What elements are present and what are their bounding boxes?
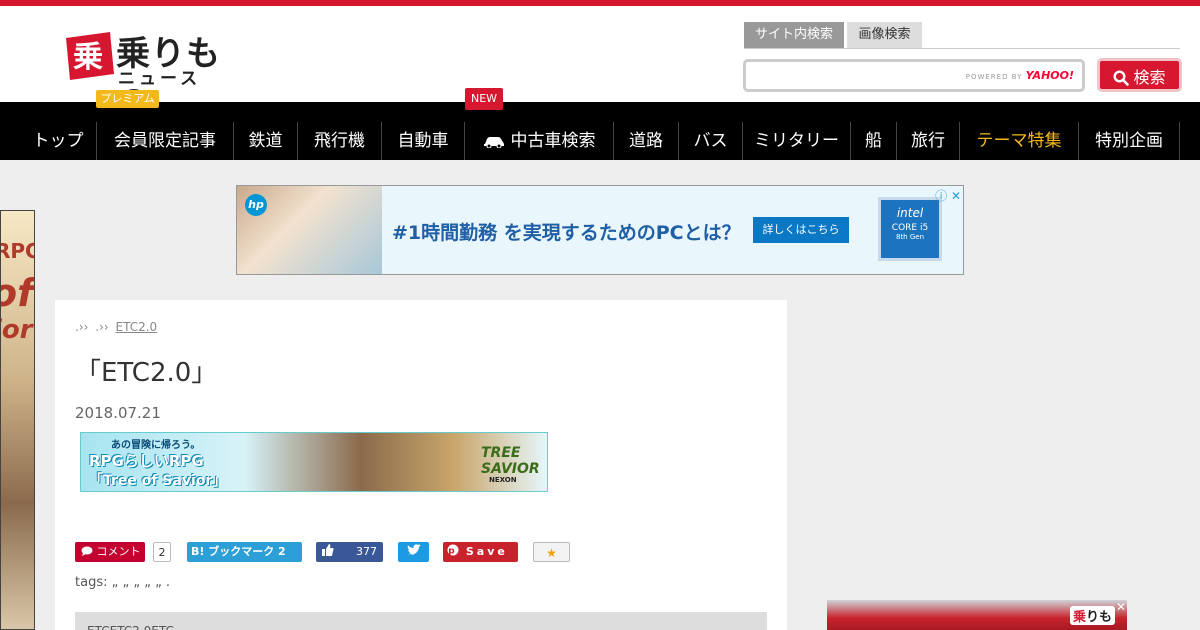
car-icon — [483, 137, 504, 149]
article-date: 2018.07.21 — [75, 404, 161, 422]
comment-icon — [81, 546, 93, 556]
nav-item-aircraft[interactable]: 飛行機 — [298, 122, 382, 160]
breadcrumb-sep-1[interactable]: .›› — [75, 320, 88, 334]
nav-item-railway[interactable]: 鉄道 — [234, 122, 298, 160]
nav-item-military[interactable]: ミリタリー — [743, 122, 851, 160]
nav-item-road[interactable]: 道路 — [614, 122, 679, 160]
comment-label: コメント — [96, 545, 141, 558]
like-count: 377 — [356, 545, 377, 558]
breadcrumb: .›› .›› ETC2.0 — [75, 320, 232, 334]
logo-mark-icon: 乗 — [66, 32, 114, 80]
powered-by-label: POWERED BY YAHOO! — [966, 69, 1074, 82]
intel-gen: 8th Gen — [895, 233, 925, 241]
side-ad-text-3: ior — [1, 315, 33, 345]
intel-model: CORE i5 — [891, 223, 929, 233]
thumbs-up-icon — [322, 544, 334, 556]
ad-cta-button[interactable]: 詳しくはこちら — [753, 217, 849, 243]
intel-brand: intel — [896, 206, 924, 220]
summary-box: ETCETC2.0ETC — [75, 612, 767, 630]
nav-item-used-car[interactable]: 中古車検索 — [465, 122, 614, 160]
intel-badge-icon: intel CORE i5 8th Gen — [878, 197, 942, 261]
facebook-like-button[interactable]: 377 — [316, 542, 383, 562]
article-panel: .›› .›› ETC2.0 「ETC2.0」 2018.07.21 あの冒険に… — [55, 300, 787, 630]
hp-ad-banner[interactable]: hp #1時間勤務 を実現するためのPCとは？ 詳しくはこちら intel CO… — [236, 185, 964, 275]
search-button-label: 検索 — [1133, 68, 1166, 87]
side-ad-text-2: of — [1, 271, 34, 315]
pinterest-save-button[interactable]: p Save — [443, 542, 518, 562]
right-ad-logo: 乗りも — [1069, 606, 1115, 625]
nav-item-bus[interactable]: バス — [679, 122, 743, 160]
yahoo-logo: YAHOO! — [1025, 69, 1074, 82]
twitter-bird-icon — [407, 544, 421, 555]
new-badge: NEW — [465, 88, 503, 110]
right-side-ad[interactable]: 乗りも ✕ — [827, 600, 1127, 630]
nav-item-travel[interactable]: 旅行 — [897, 122, 960, 160]
comment-button[interactable]: コメント — [75, 542, 145, 562]
hatena-bookmark-button[interactable]: B! ブックマーク 2 — [187, 542, 302, 562]
breadcrumb-link-etc[interactable]: ETC2.0 — [116, 320, 232, 334]
tab-site-search[interactable]: サイト内検索 — [744, 22, 844, 48]
game-ad-banner[interactable]: あの冒険に帰ろう。 RPGらしいRPG 「Tree of Savior」 TRE… — [80, 432, 548, 492]
nav-item-automobile[interactable]: 自動車 — [382, 122, 465, 160]
right-ad-close-icon[interactable]: ✕ — [1116, 600, 1126, 614]
favorite-star-button[interactable]: ★ — [533, 542, 570, 562]
logo-text-sub: ニュース — [118, 69, 202, 89]
tags-line: tags: „ „ „ „ „ . — [75, 575, 171, 590]
star-icon: ★ — [546, 546, 557, 560]
side-game-ad[interactable]: RPG of ior — [0, 210, 35, 630]
nav-item-special[interactable]: 特別企画 — [1079, 122, 1180, 160]
share-bar: コメント 2 B! ブックマーク 2 377 p Save ★ — [75, 542, 595, 564]
nav-item-used-car-label: 中古車検索 — [510, 131, 596, 151]
tab-image-search[interactable]: 画像検索 — [847, 22, 922, 48]
nav-item-ship[interactable]: 船 — [851, 122, 897, 160]
search-button[interactable]: 検索 — [1097, 58, 1182, 92]
pinterest-save-label: Save — [465, 545, 508, 558]
game-ad-publisher: NEXON — [489, 476, 517, 484]
side-ad-text-1: RPG — [1, 239, 34, 263]
right-ad-logo-text: りも — [1085, 610, 1112, 625]
ad-headline: #1時間勤務 を実現するためのPCとは？ — [392, 222, 741, 244]
twitter-button[interactable] — [398, 542, 429, 562]
search-box: POWERED BY YAHOO! — [743, 59, 1085, 92]
game-ad-tagline: あの冒険に帰ろう。 — [111, 440, 201, 451]
comment-count: 2 — [153, 542, 171, 562]
site-header: 乗 乗りもの ニュース サイト内検索 画像検索 POWERED BY YAHOO… — [0, 6, 1200, 123]
game-ad-line2: 「Tree of Savior」 — [89, 473, 227, 489]
breadcrumb-sep-2[interactable]: .›› — [95, 320, 108, 334]
ad-info-close-icon[interactable]: ⓘ ✕ — [935, 187, 961, 204]
game-ad-line1: RPGらしいRPG — [89, 452, 204, 470]
right-ad-logo-mark: 乗 — [1072, 610, 1086, 625]
article-title: 「ETC2.0」 — [75, 358, 218, 388]
premium-badge: プレミアム — [96, 90, 159, 108]
svg-text:乗: 乗 — [73, 40, 103, 75]
nav-item-top[interactable]: トップ — [20, 122, 97, 160]
tabs-divider — [744, 48, 1180, 49]
nav-item-members[interactable]: 会員限定記事 — [97, 122, 234, 160]
nav-item-theme[interactable]: テーマ特集 — [960, 122, 1079, 160]
powered-by-text: POWERED BY — [965, 73, 1023, 81]
game-ad-logo: TREE SAVIOR — [481, 445, 540, 477]
site-logo[interactable]: 乗 乗りもの ニュース — [60, 24, 230, 123]
search-icon — [1113, 70, 1130, 86]
svg-text:p: p — [448, 547, 457, 557]
main-nav: トップ 会員限定記事 鉄道 飛行機 自動車 中古車検索 道路 バス ミリタリー … — [0, 102, 1200, 160]
hp-logo-icon: hp — [245, 194, 267, 216]
pinterest-icon: p — [447, 544, 459, 557]
